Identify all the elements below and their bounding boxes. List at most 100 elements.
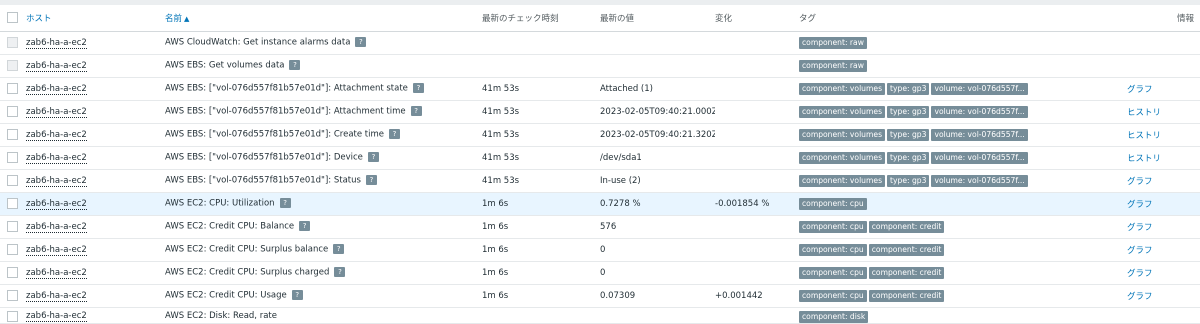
tag-badge[interactable]: volume: vol-076d557f... bbox=[931, 82, 1028, 95]
host-link[interactable]: zab6-ha-a-ec2 bbox=[26, 83, 87, 95]
host-link[interactable]: zab6-ha-a-ec2 bbox=[26, 221, 87, 233]
item-name: AWS EC2: Credit CPU: Balance bbox=[165, 221, 295, 232]
row-checkbox[interactable] bbox=[7, 290, 18, 301]
host-link[interactable]: zab6-ha-a-ec2 bbox=[26, 267, 87, 279]
tag-badge[interactable]: component: raw bbox=[799, 36, 867, 49]
description-hint-icon[interactable]: ? bbox=[367, 152, 379, 163]
description-hint-icon[interactable]: ? bbox=[365, 175, 377, 186]
host-link[interactable]: zab6-ha-a-ec2 bbox=[26, 152, 87, 164]
last-check-cell bbox=[482, 31, 600, 54]
tag-badge[interactable]: component: credit bbox=[868, 243, 945, 256]
host-link[interactable]: zab6-ha-a-ec2 bbox=[26, 310, 87, 322]
tag-badge[interactable]: type: gp3 bbox=[887, 174, 930, 187]
row-select-cell bbox=[0, 146, 26, 169]
host-link[interactable]: zab6-ha-a-ec2 bbox=[26, 129, 87, 141]
row-checkbox[interactable] bbox=[7, 60, 18, 71]
description-hint-icon[interactable]: ? bbox=[389, 129, 400, 140]
description-hint-icon[interactable]: ? bbox=[289, 60, 301, 71]
name-column-header[interactable]: 名前 ▲ bbox=[165, 5, 482, 32]
tag-badge[interactable]: component: cpu bbox=[799, 220, 867, 233]
tag-badge[interactable]: component: cpu bbox=[799, 243, 867, 256]
tag-badge[interactable]: component: credit bbox=[868, 266, 945, 279]
row-checkbox[interactable] bbox=[7, 129, 18, 140]
name-header-label[interactable]: 名前 bbox=[165, 14, 182, 24]
tag-badge[interactable]: component: volumes bbox=[799, 128, 886, 141]
tag-badge[interactable]: type: gp3 bbox=[887, 128, 930, 141]
row-checkbox[interactable] bbox=[7, 244, 18, 255]
host-link[interactable]: zab6-ha-a-ec2 bbox=[26, 60, 87, 72]
description-hint-icon[interactable]: ? bbox=[334, 267, 346, 278]
description-hint-icon[interactable]: ? bbox=[412, 83, 424, 94]
tags-cell: component: disk bbox=[799, 307, 1127, 323]
last-check-cell: 1m 6s bbox=[482, 238, 600, 261]
tag-badge[interactable]: volume: vol-076d557f... bbox=[931, 174, 1028, 187]
info-cell bbox=[1177, 261, 1200, 284]
host-link[interactable]: zab6-ha-a-ec2 bbox=[26, 37, 87, 49]
tag-badge[interactable]: component: disk bbox=[799, 310, 869, 323]
tag-badge[interactable]: component: volumes bbox=[799, 82, 886, 95]
row-action-link[interactable]: ヒストリ bbox=[1127, 108, 1161, 118]
row-action-link[interactable]: グラフ bbox=[1127, 223, 1153, 233]
host-link[interactable]: zab6-ha-a-ec2 bbox=[26, 290, 87, 302]
tag-badge[interactable]: type: gp3 bbox=[887, 82, 930, 95]
host-link[interactable]: zab6-ha-a-ec2 bbox=[26, 106, 87, 118]
tags-cell: component: volumes type: gp3 volume: vol-0… bbox=[799, 100, 1127, 123]
info-cell bbox=[1177, 307, 1200, 323]
last-value: 0 bbox=[600, 267, 606, 278]
row-checkbox[interactable] bbox=[7, 83, 18, 94]
description-hint-icon[interactable]: ? bbox=[279, 198, 291, 209]
tag-badge[interactable]: volume: vol-076d557f... bbox=[931, 128, 1028, 141]
tags-cell: component: volumes type: gp3 volume: vol-0… bbox=[799, 77, 1127, 100]
last-check-cell: 1m 6s bbox=[482, 215, 600, 238]
name-cell: AWS EBS: ["vol-076d557f81b57e01d"]: Stat… bbox=[165, 169, 482, 192]
row-checkbox[interactable] bbox=[7, 310, 18, 322]
tag-badge[interactable]: component: cpu bbox=[799, 289, 867, 302]
tag-badge[interactable]: component: volumes bbox=[799, 174, 886, 187]
action-cell: グラフ bbox=[1127, 284, 1177, 307]
row-action-link[interactable]: グラフ bbox=[1127, 246, 1153, 256]
last-value: 576 bbox=[600, 221, 617, 232]
row-action-link[interactable]: ヒストリ bbox=[1127, 131, 1161, 141]
change-value: +0.001442 bbox=[715, 290, 763, 301]
row-action-link[interactable]: グラフ bbox=[1127, 292, 1153, 302]
row-checkbox[interactable] bbox=[7, 37, 18, 48]
host-link[interactable]: zab6-ha-a-ec2 bbox=[26, 175, 87, 187]
change-column-header: 変化 bbox=[715, 5, 799, 32]
tag-badge[interactable]: volume: vol-076d557f... bbox=[931, 105, 1028, 118]
info-cell bbox=[1177, 169, 1200, 192]
tag-badge[interactable]: type: gp3 bbox=[887, 105, 930, 118]
description-hint-icon[interactable]: ? bbox=[355, 37, 367, 48]
row-checkbox[interactable] bbox=[7, 106, 18, 117]
host-link[interactable]: zab6-ha-a-ec2 bbox=[26, 198, 87, 210]
table-row: zab6-ha-a-ec2 AWS EC2: Disk: Read, rate co… bbox=[0, 307, 1200, 323]
last-check-cell: 1m 6s bbox=[482, 192, 600, 215]
tag-badge[interactable]: component: credit bbox=[868, 289, 945, 302]
tag-badge[interactable]: component: cpu bbox=[799, 266, 867, 279]
table-row: zab6-ha-a-ec2 AWS EC2: Credit CPU: Surplu… bbox=[0, 238, 1200, 261]
tag-badge[interactable]: component: volumes bbox=[799, 105, 886, 118]
description-hint-icon[interactable]: ? bbox=[291, 290, 303, 301]
host-column-header[interactable]: ホスト bbox=[26, 5, 165, 32]
row-checkbox[interactable] bbox=[7, 175, 18, 186]
tag-badge[interactable]: component: raw bbox=[799, 59, 867, 72]
description-hint-icon[interactable]: ? bbox=[333, 244, 345, 255]
row-action-link[interactable]: グラフ bbox=[1127, 200, 1153, 210]
host-header-label[interactable]: ホスト bbox=[26, 14, 52, 24]
row-checkbox[interactable] bbox=[7, 267, 18, 278]
row-action-link[interactable]: グラフ bbox=[1127, 85, 1153, 95]
row-action-link[interactable]: ヒストリ bbox=[1127, 154, 1161, 164]
row-checkbox[interactable] bbox=[7, 152, 18, 163]
row-action-link[interactable]: グラフ bbox=[1127, 269, 1153, 279]
row-checkbox[interactable] bbox=[7, 198, 18, 209]
tag-badge[interactable]: component: cpu bbox=[799, 197, 867, 210]
tag-badge[interactable]: volume: vol-076d557f... bbox=[931, 151, 1028, 164]
tag-badge[interactable]: type: gp3 bbox=[887, 151, 930, 164]
tag-badge[interactable]: component: volumes bbox=[799, 151, 886, 164]
tag-badge[interactable]: component: credit bbox=[868, 220, 945, 233]
row-action-link[interactable]: グラフ bbox=[1127, 177, 1153, 187]
select-all-checkbox[interactable] bbox=[7, 12, 18, 24]
description-hint-icon[interactable]: ? bbox=[410, 106, 422, 117]
host-link[interactable]: zab6-ha-a-ec2 bbox=[26, 244, 87, 256]
row-checkbox[interactable] bbox=[7, 221, 18, 232]
description-hint-icon[interactable]: ? bbox=[299, 221, 311, 232]
